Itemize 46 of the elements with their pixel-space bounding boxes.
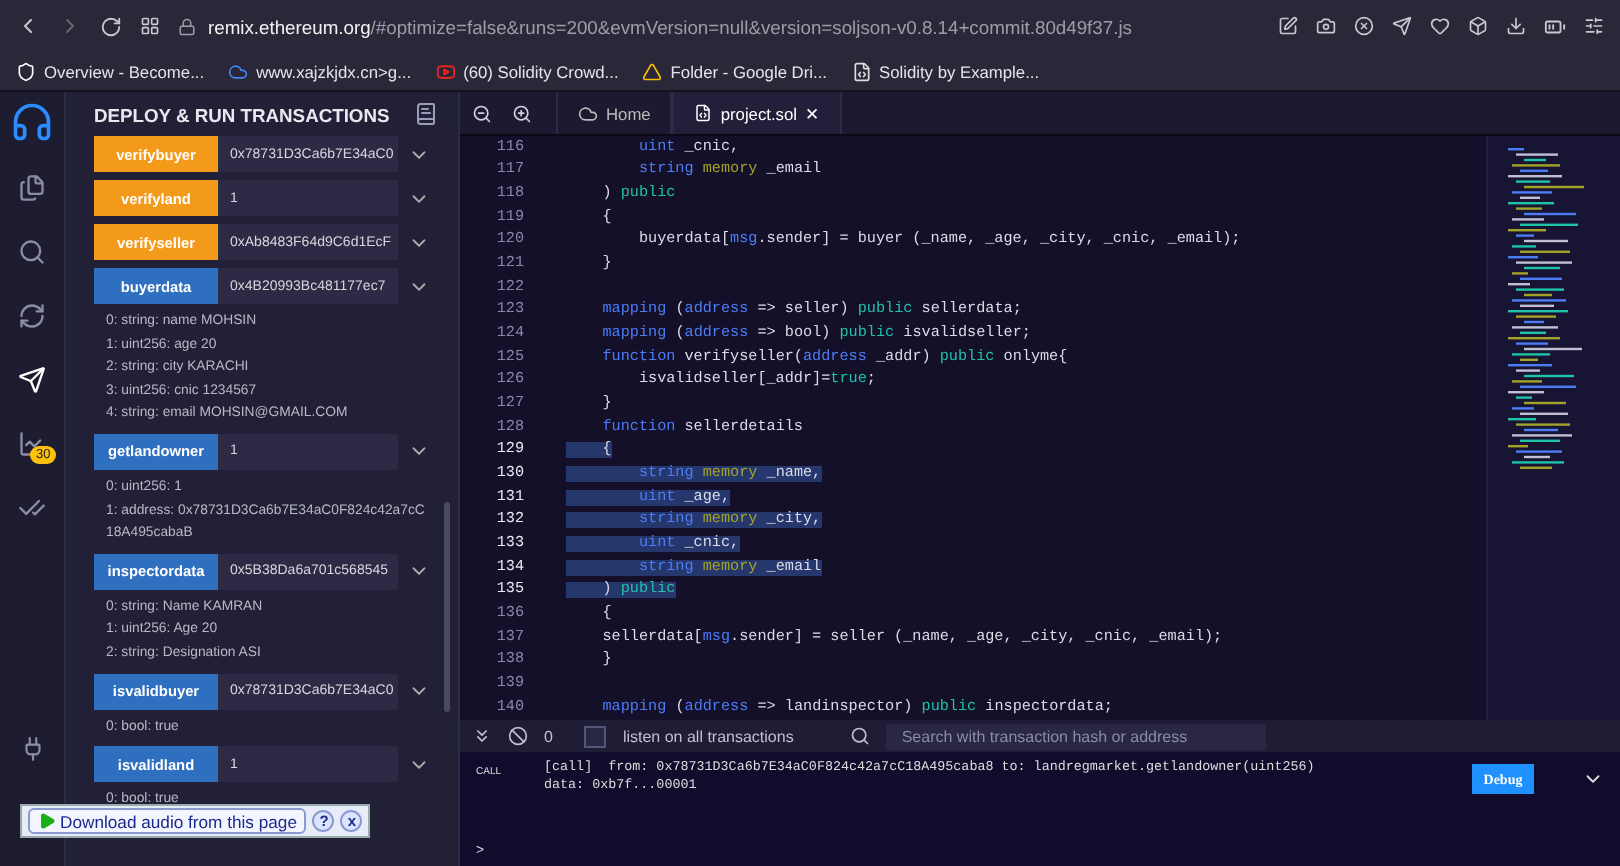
lock-icon — [178, 17, 196, 35]
clear-icon[interactable] — [508, 726, 528, 746]
cube-icon[interactable] — [1468, 16, 1488, 36]
reload-icon[interactable] — [100, 15, 122, 37]
editor-tab[interactable]: project.sol ✕ — [672, 92, 842, 134]
video-icon — [435, 61, 456, 81]
download-icon[interactable] — [1506, 16, 1526, 36]
bookmark[interactable]: www.xajzkjdx.cn>g... — [228, 61, 412, 81]
camera-icon[interactable] — [1316, 16, 1336, 36]
heart-icon[interactable] — [1430, 16, 1450, 36]
bookmark[interactable]: Solidity by Example... — [851, 61, 1040, 81]
panel-title: DEPLOY & RUN TRANSACTIONS — [94, 103, 390, 125]
logo-icon — [10, 100, 54, 144]
files-icon — [18, 174, 46, 202]
search-field[interactable]: Search with transaction hash or address — [885, 723, 1266, 749]
zoom-out-icon[interactable] — [472, 103, 492, 123]
collapse-icon[interactable] — [472, 726, 492, 746]
bookmark[interactable]: (60) Solidity Crowd... — [435, 61, 619, 81]
shield-icon — [16, 61, 36, 81]
book-icon[interactable] — [414, 102, 438, 126]
checkbox-label: listen on all transactions — [622, 727, 794, 745]
search-icon — [18, 238, 46, 266]
plug-icon[interactable] — [19, 736, 45, 762]
file-icon — [694, 104, 713, 122]
scrollbar[interactable] — [444, 502, 450, 712]
bookmark[interactable]: Overview - Become... — [16, 61, 205, 81]
play-icon — [38, 812, 56, 830]
settings-icon[interactable] — [1584, 16, 1604, 36]
download-button[interactable]: Download audio from this page — [28, 808, 307, 834]
close-circle-icon[interactable] — [1354, 16, 1374, 36]
grid-icon[interactable] — [140, 16, 160, 36]
checkbox[interactable] — [584, 725, 607, 747]
edit-icon[interactable] — [1278, 16, 1298, 36]
file-icon — [851, 61, 871, 81]
deploy-icon — [18, 366, 46, 394]
bookmark[interactable]: Folder - Google Dri... — [642, 61, 827, 81]
zoom-in-icon[interactable] — [512, 103, 532, 123]
search-icon — [849, 726, 870, 746]
chart-icon — [18, 430, 46, 458]
double-check-icon — [18, 494, 46, 522]
pending-count: 0 — [544, 727, 553, 745]
send-icon[interactable] — [1392, 16, 1412, 36]
close-button[interactable]: ✕ — [805, 103, 820, 123]
triangle-icon — [642, 61, 663, 81]
battery-icon — [1544, 15, 1566, 37]
compiler-icon — [18, 302, 46, 330]
